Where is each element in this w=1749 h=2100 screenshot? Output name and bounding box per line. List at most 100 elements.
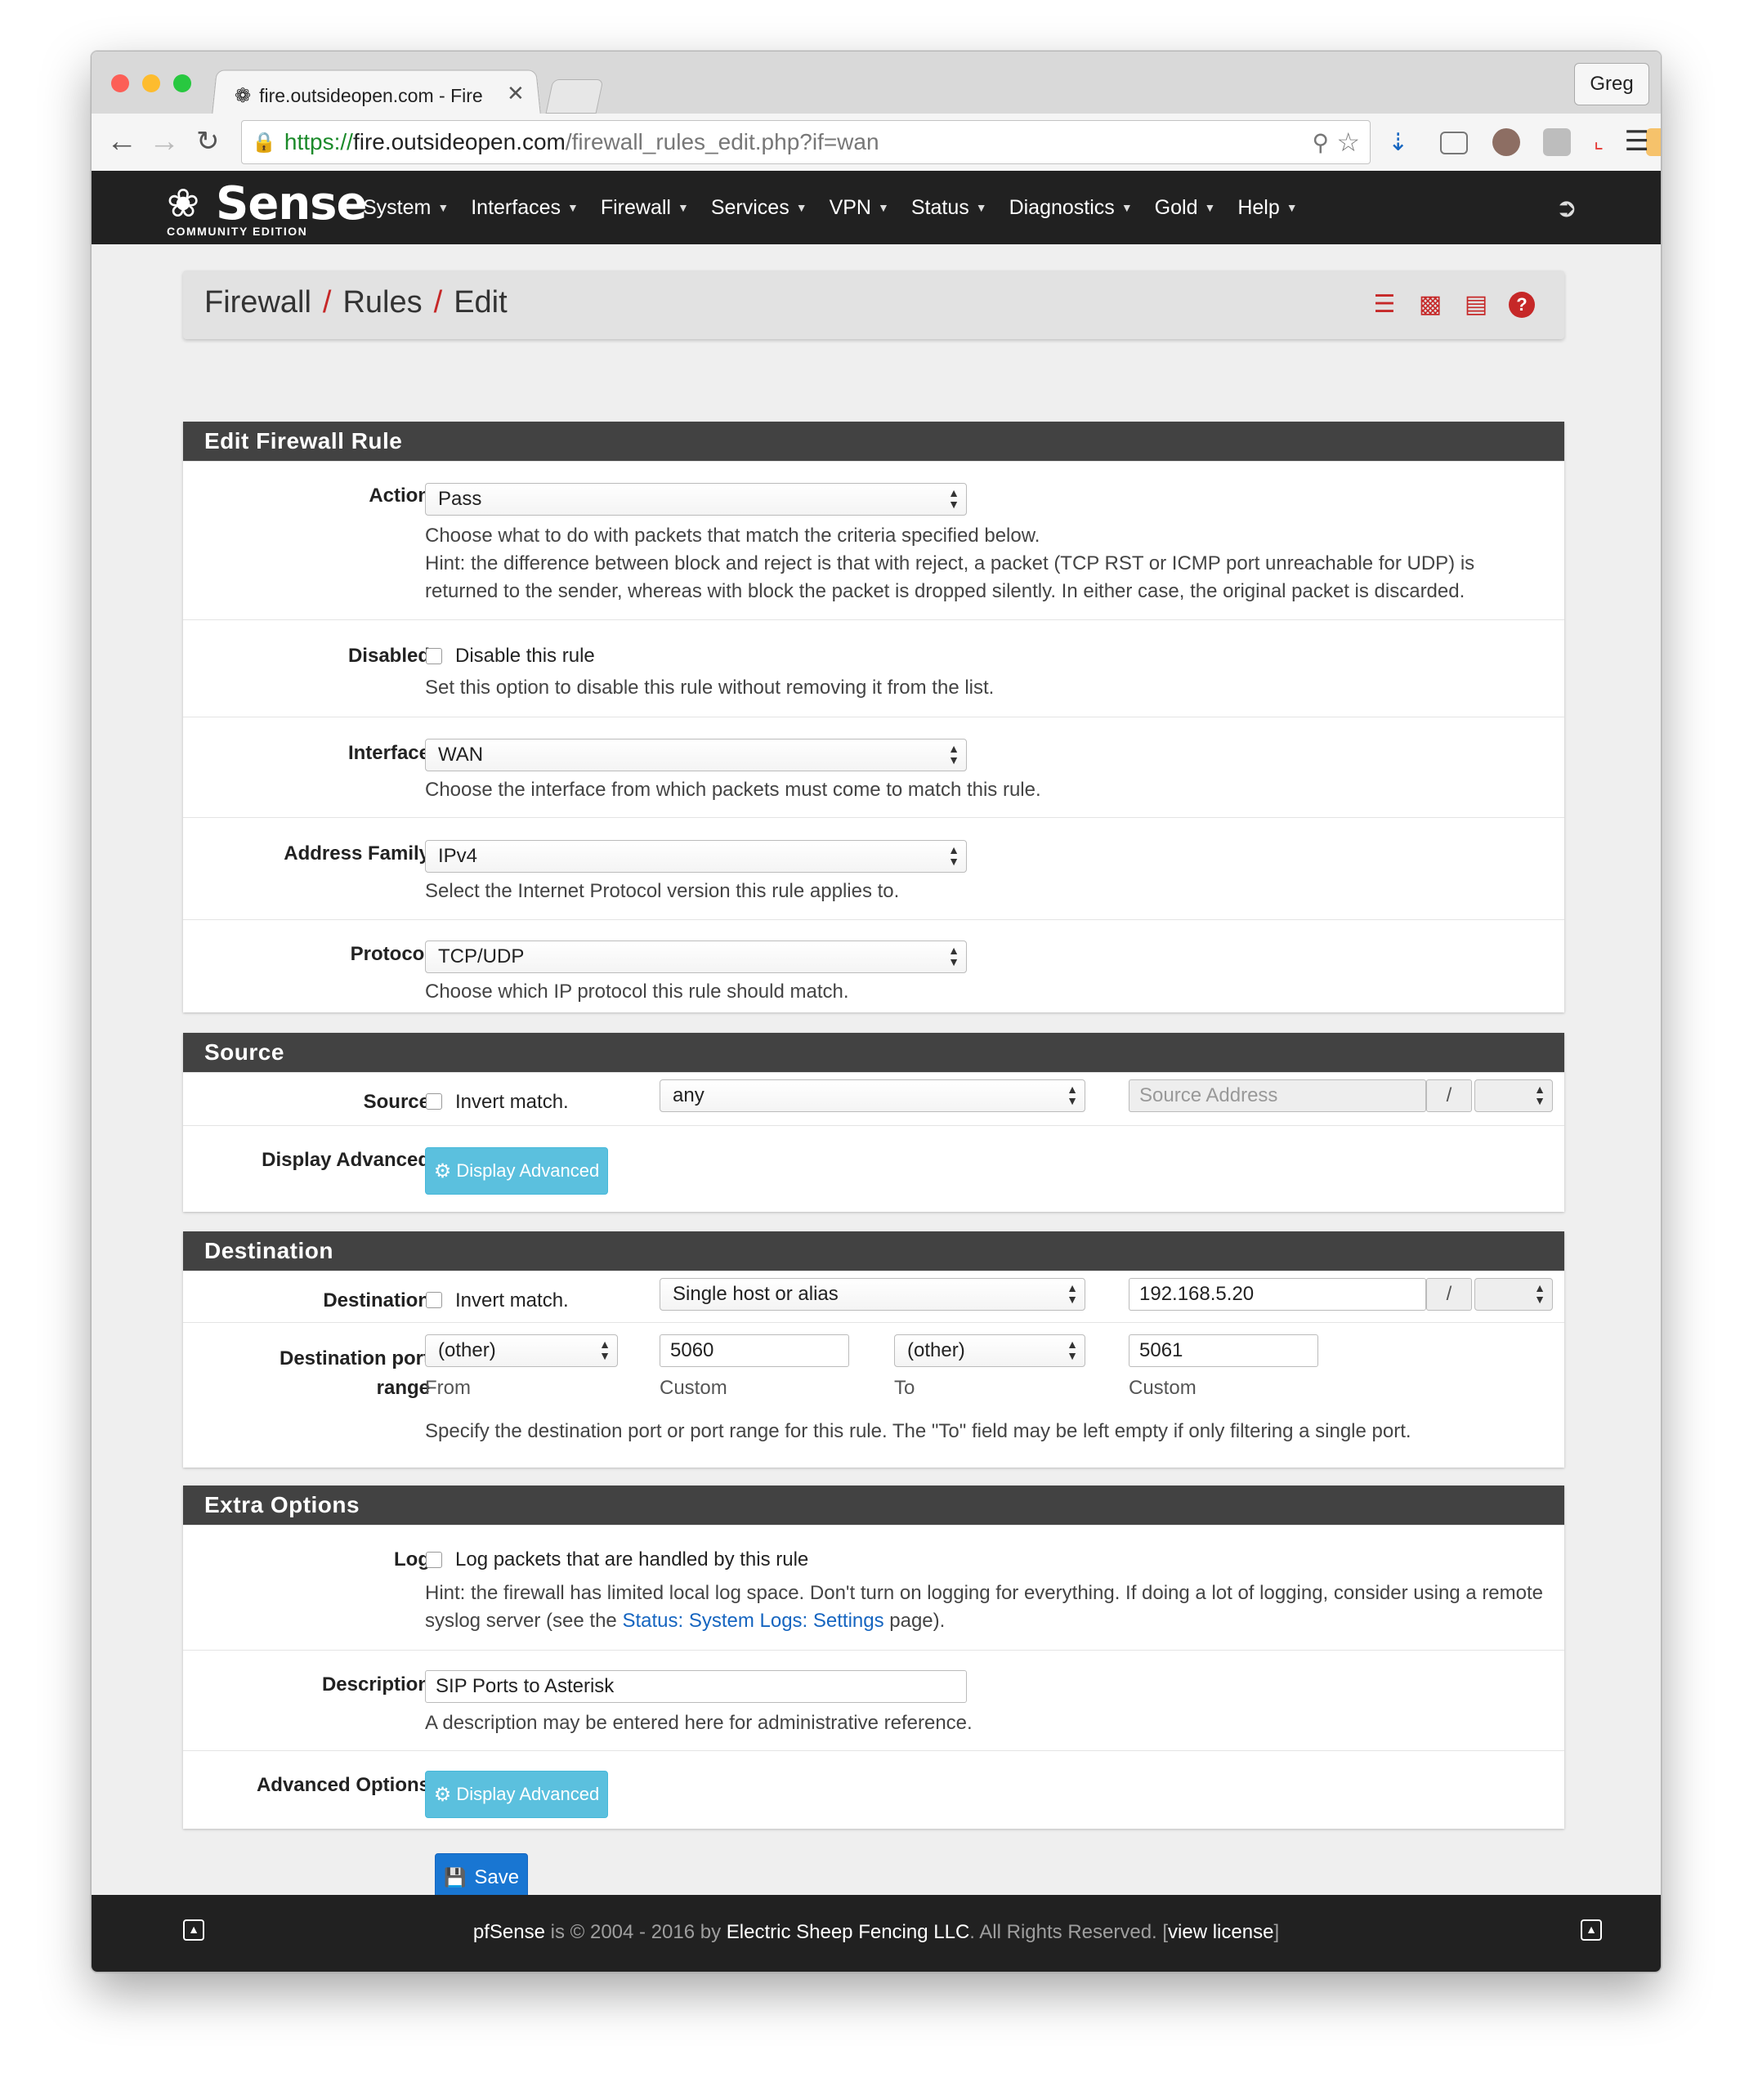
extension-avatar-icon[interactable] — [1492, 128, 1520, 156]
bar-chart-icon[interactable]: ▩ — [1417, 292, 1443, 318]
sliders-icon[interactable]: ☰ — [1371, 292, 1398, 318]
source-panel-title: Source — [183, 1033, 1564, 1072]
protocol-select[interactable]: TCP/UDP ▲ ▼ — [425, 941, 967, 973]
destination-port-row: Destination port range (other) ▲ ▼ 5060 (… — [183, 1322, 1564, 1468]
interface-row: Interface WAN ▲ ▼ Choose the interface fr… — [183, 717, 1564, 817]
panel-title: Edit Firewall Rule — [183, 422, 1564, 461]
destination-address-input[interactable]: 192.168.5.20 — [1129, 1278, 1426, 1311]
url-protocol: https:// — [284, 129, 353, 154]
port-from-custom-caption: Custom — [660, 1377, 727, 1399]
address-family-row: Address Family IPv4 ▲ ▼ Select the Intern… — [183, 817, 1564, 919]
log-row: Log Log packets that are handled by this… — [183, 1525, 1564, 1650]
source-type-select[interactable]: any ▲ ▼ — [660, 1079, 1085, 1112]
source-row: Source Invert match. any ▲ ▼ Source Addre… — [183, 1072, 1564, 1125]
port-from-select[interactable]: (other) ▲ ▼ — [425, 1334, 618, 1367]
description-row: Description SIP Ports to Asterisk A desc… — [183, 1650, 1564, 1750]
select-arrows-icon: ▲ ▼ — [1534, 1083, 1545, 1107]
menu-help[interactable]: Help ▼ — [1237, 196, 1297, 220]
menu-hamburger-icon[interactable]: ☰ — [1625, 125, 1649, 158]
menu-diagnostics[interactable]: Diagnostics ▼ — [1009, 196, 1133, 220]
help-question-icon[interactable]: ? — [1509, 292, 1535, 318]
edit-rule-panel: Edit Firewall Rule Action Pass ▲ ▼ Choose… — [183, 422, 1564, 1012]
destination-slash: / — [1426, 1278, 1472, 1311]
browser-tab-content[interactable]: ❁ fire.outsideopen.com - Fire — [235, 79, 483, 112]
source-address-input[interactable]: Source Address — [1129, 1079, 1426, 1112]
address-family-select[interactable]: IPv4 ▲ ▼ — [425, 840, 967, 873]
extension-rainbow-icon[interactable]: ⌞ — [1594, 128, 1622, 156]
extension-shield-icon[interactable] — [1543, 128, 1571, 156]
footer: ▲ pfSense is © 2004 - 2016 by Electric S… — [92, 1895, 1661, 1972]
source-invert-label: Invert match. — [455, 1091, 569, 1113]
scroll-top-icon[interactable]: ▲ — [1581, 1919, 1602, 1941]
close-window-button[interactable] — [111, 74, 129, 92]
breadcrumb-trail: Firewall / Rules / Edit — [204, 285, 508, 320]
company-link[interactable]: Electric Sheep Fencing LLC — [727, 1921, 970, 1943]
back-arrow-icon[interactable]: ← — [106, 125, 137, 158]
view-license-link[interactable]: view license — [1168, 1921, 1273, 1943]
top-navigation: ❀ Sense COMMUNITY EDITION System ▼ Interf… — [92, 171, 1661, 244]
new-tab-button[interactable] — [545, 79, 604, 114]
action-select[interactable]: Pass ▲ ▼ — [425, 483, 967, 516]
protocol-label: Protocol — [350, 943, 430, 965]
description-label: Description — [321, 1673, 430, 1696]
menu-firewall[interactable]: Firewall ▼ — [601, 196, 689, 220]
protocol-row: Protocol TCP/UDP ▲ ▼ Choose which IP prot… — [183, 919, 1564, 1015]
menu-status[interactable]: Status ▼ — [911, 196, 987, 220]
minimize-window-button[interactable] — [142, 74, 160, 92]
disabled-help: Set this option to disable this rule wit… — [425, 677, 995, 699]
download-extension-icon[interactable]: ⇣ — [1388, 128, 1416, 156]
pfsense-logo[interactable]: ❀ Sense COMMUNITY EDITION — [167, 177, 367, 238]
syslog-settings-link[interactable]: Status: System Logs: Settings — [622, 1610, 883, 1632]
logout-icon[interactable]: ➲ — [1555, 192, 1577, 223]
menu-vpn[interactable]: VPN ▼ — [830, 196, 889, 220]
log-label: Log — [394, 1548, 430, 1571]
source-mask-select[interactable]: ▲ ▼ — [1474, 1079, 1553, 1112]
menu-services[interactable]: Services ▼ — [711, 196, 807, 220]
menu-system[interactable]: System ▼ — [363, 196, 449, 220]
disabled-label: Disabled — [347, 645, 430, 667]
breadcrumb-firewall[interactable]: Firewall — [204, 285, 311, 320]
menu-gold[interactable]: Gold ▼ — [1155, 196, 1216, 220]
advanced-options-row: Advanced Options ⚙ Display Advanced — [183, 1750, 1564, 1830]
destination-invert-checkbox[interactable] — [426, 1292, 442, 1308]
destination-mask-select[interactable]: ▲ ▼ — [1474, 1278, 1553, 1311]
caret-down-icon: ▼ — [877, 201, 889, 214]
breadcrumb-rules[interactable]: Rules — [342, 285, 422, 320]
description-input[interactable]: SIP Ports to Asterisk — [425, 1670, 967, 1703]
destination-type-select[interactable]: Single host or alias ▲ ▼ — [660, 1278, 1085, 1311]
profile-button[interactable]: Greg — [1574, 63, 1649, 105]
lock-icon: 🔒 — [252, 131, 276, 154]
caret-down-icon: ▼ — [437, 201, 450, 214]
cast-icon[interactable] — [1440, 132, 1468, 154]
extra-options-panel: Extra Options Log Log packets that are h… — [183, 1486, 1564, 1829]
port-to-custom-input[interactable]: 5061 — [1129, 1334, 1318, 1367]
address-bar[interactable]: 🔒 https:// fire.outsideopen.com /firewal… — [241, 120, 1371, 164]
select-arrows-icon: ▲ ▼ — [948, 742, 959, 766]
advanced-display-button[interactable]: ⚙ Display Advanced — [425, 1771, 608, 1818]
disable-rule-checkbox[interactable] — [426, 648, 442, 664]
main-menu: System ▼ Interfaces ▼ Firewall ▼ Services ▼ … — [363, 171, 1320, 244]
source-slash: / — [1426, 1079, 1472, 1112]
source-display-advanced-button[interactable]: ⚙ Display Advanced — [425, 1147, 608, 1195]
select-arrows-icon: ▲ ▼ — [948, 843, 959, 868]
action-help: Choose what to do with packets that matc… — [425, 525, 1475, 602]
caret-down-icon: ▼ — [795, 201, 807, 214]
list-icon[interactable]: ▤ — [1463, 292, 1489, 318]
log-help: Hint: the firewall has limited local log… — [425, 1582, 1544, 1632]
forward-arrow-icon[interactable]: → — [149, 125, 180, 158]
port-to-caption: To — [894, 1377, 915, 1399]
menu-interfaces[interactable]: Interfaces ▼ — [471, 196, 579, 220]
reload-icon[interactable]: ↻ — [196, 125, 220, 158]
interface-select[interactable]: WAN ▲ ▼ — [425, 739, 967, 771]
port-from-custom-input[interactable]: 5060 — [660, 1334, 849, 1367]
select-arrows-icon: ▲ ▼ — [1067, 1338, 1078, 1362]
tab-close-icon[interactable]: ✕ — [507, 81, 525, 106]
source-invert-checkbox[interactable] — [426, 1093, 442, 1110]
zoom-icon[interactable]: ⚲ — [1312, 129, 1329, 156]
log-checkbox[interactable] — [426, 1552, 442, 1568]
bookmark-star-icon[interactable]: ☆ — [1336, 127, 1360, 158]
select-arrows-icon: ▲ ▼ — [1067, 1281, 1078, 1306]
breadcrumb-actions: ☰ ▩ ▤ ? — [1371, 292, 1535, 318]
port-to-select[interactable]: (other) ▲ ▼ — [894, 1334, 1085, 1367]
zoom-window-button[interactable] — [173, 74, 191, 92]
